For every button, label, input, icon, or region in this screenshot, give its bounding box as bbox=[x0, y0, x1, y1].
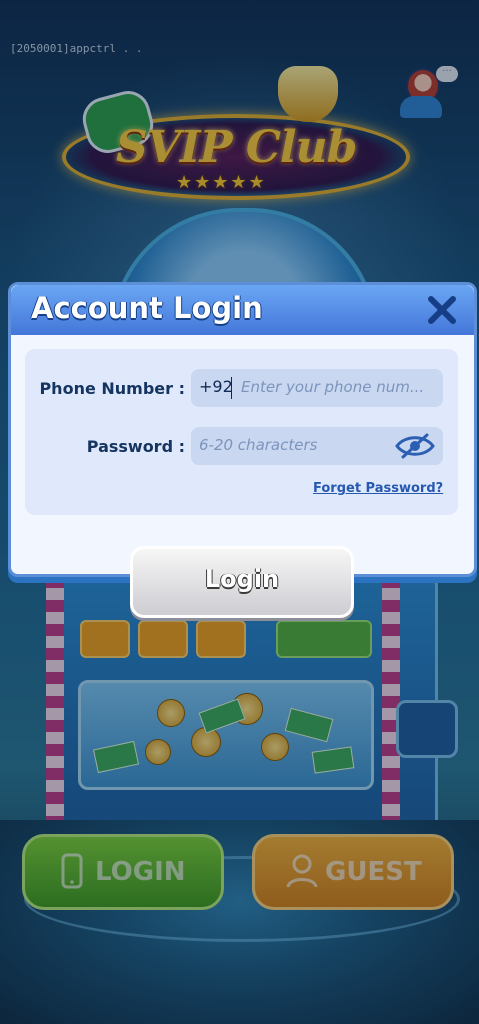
password-placeholder: 6-20 characters bbox=[199, 436, 318, 454]
login-button[interactable]: Login bbox=[130, 546, 354, 618]
dialog-header: Account Login bbox=[11, 285, 474, 335]
password-label: Password : bbox=[86, 437, 185, 456]
text-caret bbox=[231, 377, 232, 399]
country-code-prefix[interactable]: +92 bbox=[199, 377, 233, 396]
login-button-label: Login bbox=[204, 565, 280, 593]
phone-placeholder: Enter your phone num... bbox=[241, 378, 425, 396]
login-form: Phone Number : +92 Enter your phone num.… bbox=[25, 349, 458, 515]
dialog-title: Account Login bbox=[31, 291, 263, 325]
phone-number-input[interactable]: +92 Enter your phone num... bbox=[191, 369, 443, 407]
forget-password-link[interactable]: Forget Password? bbox=[313, 481, 443, 496]
phone-number-label: Phone Number : bbox=[39, 379, 185, 398]
password-input[interactable]: 6-20 characters bbox=[191, 427, 443, 465]
eye-slash-icon[interactable] bbox=[395, 433, 435, 459]
close-icon[interactable] bbox=[425, 293, 459, 327]
account-login-dialog: Account Login Phone Number : +92 Enter y… bbox=[8, 282, 477, 577]
